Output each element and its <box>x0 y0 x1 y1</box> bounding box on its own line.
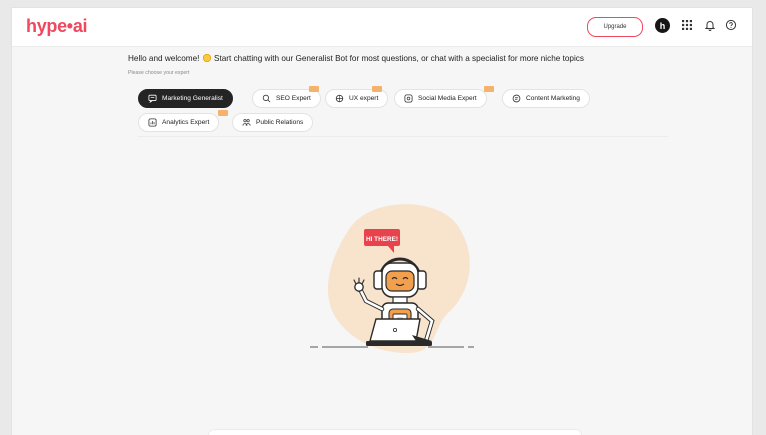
at-icon <box>404 94 413 103</box>
expert-chip-label: Social Media Expert <box>418 95 477 102</box>
pro-badge <box>372 86 382 92</box>
people-icon <box>242 119 251 126</box>
search-icon <box>262 94 271 103</box>
upgrade-button[interactable]: Upgrade <box>587 17 643 37</box>
apps-grid-icon[interactable] <box>681 19 693 31</box>
expert-chip-content-marketing[interactable]: Content Marketing <box>502 89 590 108</box>
avatar[interactable]: h <box>655 18 670 33</box>
welcome-instructions: Start chatting with our Generalist Bot f… <box>214 54 584 63</box>
welcome-greeting: Hello and welcome! <box>128 54 200 63</box>
expert-chip-label: Content Marketing <box>526 95 580 102</box>
divider <box>138 136 668 137</box>
chart-icon <box>148 118 157 127</box>
choose-expert-label: Please choose your expert <box>128 70 190 76</box>
expert-chip-label: SEO Expert <box>276 95 311 102</box>
expert-chip-label: Analytics Expert <box>162 119 210 126</box>
pro-badge <box>309 86 319 92</box>
expert-chip-analytics[interactable]: Analytics Expert <box>138 110 228 132</box>
expert-chip-label: Public Relations <box>256 119 304 126</box>
bell-icon[interactable] <box>704 19 716 31</box>
smile-emoji-icon <box>202 54 211 62</box>
robot-illustration: HI THERE! ooo <box>310 204 474 353</box>
help-icon[interactable] <box>725 19 737 31</box>
top-bar: hype•ai Upgrade h <box>12 8 752 47</box>
chat-input-box[interactable] <box>208 429 582 435</box>
speech-bubble-text: HI THERE! <box>366 236 398 243</box>
expert-chip-public-relations[interactable]: Public Relations <box>232 113 314 132</box>
expert-chip-label: Marketing Generalist <box>162 95 223 102</box>
compass-icon <box>335 94 344 103</box>
pro-badge <box>218 110 228 116</box>
app-window: hype•ai Upgrade h Hello and welcome! Sta… <box>12 8 752 435</box>
document-icon <box>512 94 521 103</box>
pro-badge <box>484 86 494 92</box>
welcome-message: Hello and welcome! Start chatting with o… <box>128 54 584 63</box>
expert-chip-seo[interactable]: SEO Expert <box>252 86 321 108</box>
expert-chip-social-media[interactable]: Social Media Expert <box>394 86 494 108</box>
expert-chip-marketing-generalist[interactable]: Marketing Generalist <box>138 89 233 108</box>
chat-icon <box>148 94 157 103</box>
expert-chip-label: UX expert <box>349 95 379 102</box>
logo[interactable]: hype•ai <box>26 16 88 37</box>
expert-chip-ux[interactable]: UX expert <box>325 86 389 108</box>
